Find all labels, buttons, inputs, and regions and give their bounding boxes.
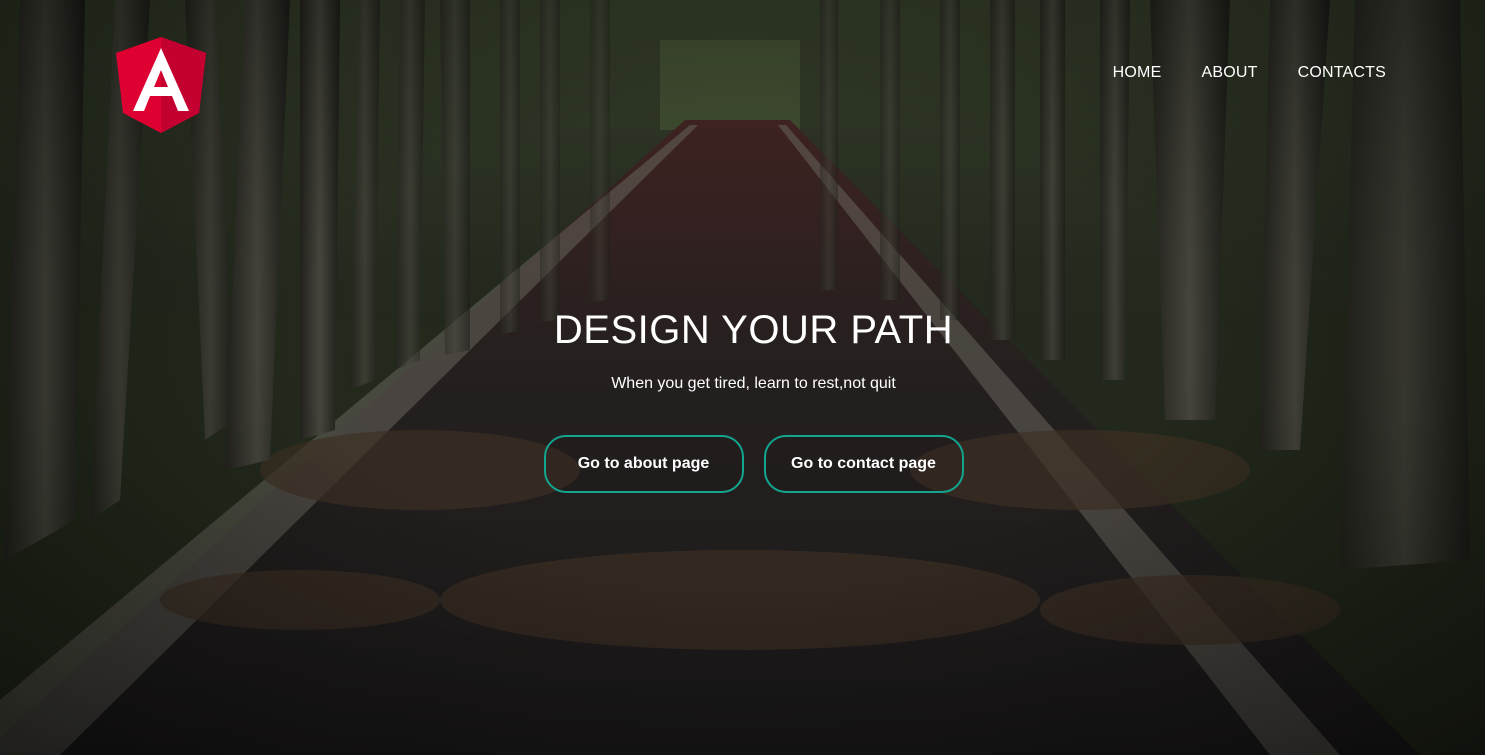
hero-section: HOME ABOUT CONTACTS DESIGN YOUR PATH Whe… bbox=[0, 0, 1485, 755]
main-nav: HOME ABOUT CONTACTS bbox=[1113, 64, 1386, 82]
about-page-button[interactable]: Go to about page bbox=[543, 435, 744, 493]
hero-buttons: Go to about page Go to contact page bbox=[0, 435, 1485, 493]
hero-title: DESIGN YOUR PATH bbox=[553, 308, 954, 352]
nav-item-contacts[interactable]: CONTACTS bbox=[1298, 64, 1386, 82]
nav-item-home[interactable]: HOME bbox=[1113, 64, 1162, 82]
hero-content: DESIGN YOUR PATH When you get tired, lea… bbox=[0, 308, 1485, 493]
angular-logo-icon[interactable] bbox=[116, 37, 206, 133]
contact-page-button[interactable]: Go to contact page bbox=[763, 435, 964, 493]
hero-subtitle: When you get tired, learn to rest,not qu… bbox=[611, 375, 896, 392]
nav-item-about[interactable]: ABOUT bbox=[1201, 64, 1257, 82]
